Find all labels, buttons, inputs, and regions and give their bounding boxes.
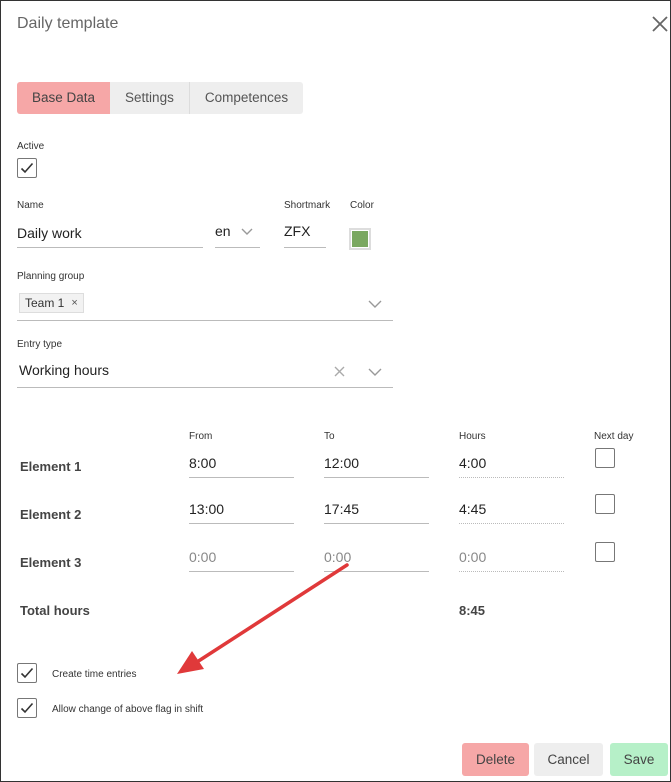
shortmark-value: ZFX bbox=[284, 223, 311, 239]
name-input[interactable]: Daily work bbox=[17, 219, 203, 248]
shortmark-label: Shortmark bbox=[284, 200, 331, 211]
allow-change-flag-checkbox[interactable] bbox=[17, 698, 37, 718]
from-column-header: From bbox=[189, 431, 213, 442]
chevron-down-icon bbox=[241, 228, 253, 235]
checkmark-icon bbox=[20, 702, 34, 714]
element-2-hours-field: 4:45 bbox=[459, 496, 564, 524]
entry-type-select[interactable]: Working hours bbox=[17, 355, 393, 388]
element-1-label: Element 1 bbox=[20, 459, 82, 474]
name-value: Daily work bbox=[17, 225, 82, 241]
tab-settings[interactable]: Settings bbox=[110, 82, 190, 114]
chevron-down-icon bbox=[368, 368, 382, 376]
color-label: Color bbox=[350, 200, 374, 211]
element-2-hours-value: 4:45 bbox=[459, 501, 487, 517]
element-3-label: Element 3 bbox=[20, 555, 82, 570]
close-icon[interactable] bbox=[649, 13, 671, 35]
element-2-to-input[interactable]: 17:45 bbox=[324, 496, 429, 524]
team-chip-label: Team 1 bbox=[25, 296, 65, 310]
element-3-hours-value: 0:00 bbox=[459, 549, 487, 565]
element-1-hours-value: 4:00 bbox=[459, 455, 487, 471]
to-column-header: To bbox=[324, 431, 335, 442]
language-select[interactable]: en bbox=[215, 219, 260, 248]
tab-bar: Base Data Settings Competences bbox=[17, 82, 304, 114]
checkmark-icon bbox=[20, 162, 34, 174]
name-label: Name bbox=[17, 200, 44, 211]
cancel-button[interactable]: Cancel bbox=[534, 743, 603, 776]
element-3-from-value: 0:00 bbox=[189, 549, 217, 565]
entry-type-label: Entry type bbox=[17, 339, 63, 350]
element-1-from-input[interactable]: 8:00 bbox=[189, 450, 294, 478]
dialog-title: Daily template bbox=[17, 15, 119, 32]
shortmark-input[interactable]: ZFX bbox=[284, 219, 326, 248]
element-3-next-day-checkbox[interactable] bbox=[595, 542, 615, 562]
tab-competences[interactable]: Competences bbox=[189, 82, 304, 114]
active-checkbox[interactable] bbox=[17, 158, 37, 178]
color-picker[interactable] bbox=[349, 228, 371, 250]
element-2-from-input[interactable]: 13:00 bbox=[189, 496, 294, 524]
team-chip: Team 1 × bbox=[19, 293, 84, 313]
next-day-column-header: Next day bbox=[594, 431, 634, 442]
tab-base-data[interactable]: Base Data bbox=[17, 82, 111, 114]
clear-icon[interactable] bbox=[334, 366, 345, 377]
element-1-next-day-checkbox[interactable] bbox=[595, 448, 615, 468]
delete-button[interactable]: Delete bbox=[462, 743, 529, 776]
element-2-label: Element 2 bbox=[20, 507, 82, 522]
remove-chip-icon[interactable]: × bbox=[71, 294, 77, 312]
create-time-entries-checkbox[interactable] bbox=[17, 663, 37, 683]
hours-column-header: Hours bbox=[459, 431, 486, 442]
element-1-to-value: 12:00 bbox=[324, 455, 360, 471]
element-1-hours-field: 4:00 bbox=[459, 450, 564, 478]
element-3-from-input[interactable]: 0:00 bbox=[189, 544, 294, 572]
element-1-to-input[interactable]: 12:00 bbox=[324, 450, 429, 478]
element-3-to-input[interactable]: 0:00 bbox=[324, 544, 429, 572]
daily-template-dialog: Daily template Base Data Settings Compet… bbox=[0, 0, 671, 782]
total-hours-label: Total hours bbox=[20, 603, 90, 618]
element-2-next-day-checkbox[interactable] bbox=[595, 494, 615, 514]
active-label: Active bbox=[17, 141, 45, 152]
planning-group-label: Planning group bbox=[17, 271, 85, 282]
create-time-entries-label: Create time entries bbox=[52, 669, 137, 680]
annotation-arrow-icon bbox=[177, 563, 349, 674]
entry-type-value: Working hours bbox=[19, 362, 110, 378]
checkmark-icon bbox=[20, 667, 34, 679]
language-value: en bbox=[215, 223, 231, 239]
element-3-hours-field: 0:00 bbox=[459, 544, 564, 572]
chevron-down-icon bbox=[368, 300, 382, 308]
element-2-from-value: 13:00 bbox=[189, 501, 225, 517]
element-1-from-value: 8:00 bbox=[189, 455, 217, 471]
element-2-to-value: 17:45 bbox=[324, 501, 360, 517]
total-hours-value: 8:45 bbox=[459, 603, 486, 618]
save-button[interactable]: Save bbox=[610, 743, 668, 776]
allow-change-flag-label: Allow change of above flag in shift bbox=[52, 704, 204, 715]
color-swatch bbox=[352, 231, 368, 247]
element-3-to-value: 0:00 bbox=[324, 549, 352, 565]
